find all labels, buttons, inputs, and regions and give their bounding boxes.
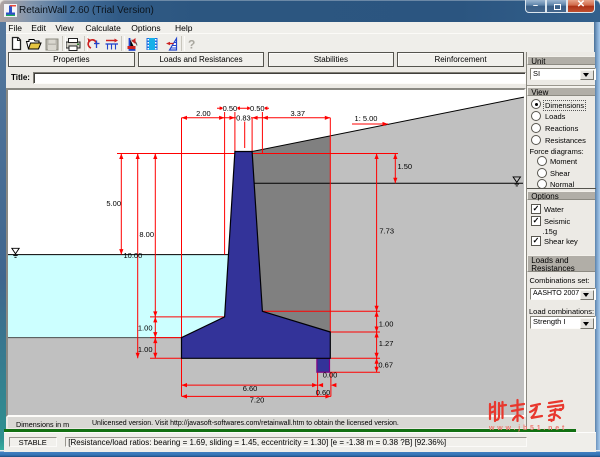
- svg-text:1: 5.00: 1: 5.00: [355, 114, 378, 123]
- svg-text:0.00: 0.00: [323, 371, 338, 380]
- svg-text:5.00: 5.00: [106, 199, 121, 208]
- svg-text:www.jb51.net: www.jb51.net: [488, 425, 567, 432]
- svg-text:6.60: 6.60: [243, 384, 258, 393]
- svg-text:7.20: 7.20: [250, 395, 265, 404]
- svg-text:1.00: 1.00: [138, 323, 153, 332]
- svg-text:10.00: 10.00: [124, 251, 143, 260]
- svg-text:7.73: 7.73: [379, 226, 394, 235]
- svg-text:1.27: 1.27: [379, 339, 394, 348]
- svg-text:0.67: 0.67: [378, 360, 393, 369]
- svg-text:0.60: 0.60: [316, 388, 331, 397]
- svg-text:1.00: 1.00: [138, 345, 153, 354]
- svg-text:1.50: 1.50: [398, 162, 413, 171]
- svg-text:2.00: 2.00: [196, 109, 211, 118]
- svg-text:0.50: 0.50: [250, 104, 265, 113]
- svg-text:1.00: 1.00: [379, 320, 394, 329]
- svg-text:?: ?: [188, 38, 195, 52]
- svg-text:3.37: 3.37: [290, 109, 305, 118]
- svg-text:8.00: 8.00: [139, 230, 154, 239]
- svg-text:0.50: 0.50: [223, 104, 238, 113]
- svg-text:0.83: 0.83: [236, 114, 251, 123]
